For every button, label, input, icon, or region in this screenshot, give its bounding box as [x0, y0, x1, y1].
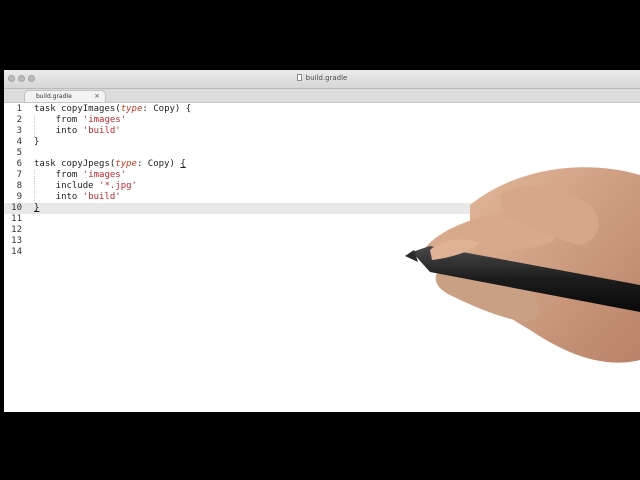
window-title: build.gradle [305, 74, 348, 82]
code-token: include [34, 181, 100, 191]
tab-close-icon[interactable]: × [94, 92, 100, 101]
code-text: task copyImages(type: Copy) { [34, 104, 191, 115]
code-line[interactable]: 13 [4, 236, 640, 247]
line-number: 2 [16, 115, 22, 125]
code-token: task copyImages( [34, 104, 121, 114]
line-number: 11 [11, 214, 22, 224]
line-number: 6 [16, 159, 22, 169]
code-line[interactable]: 8 include '*.jpg' [4, 181, 640, 192]
code-token: into [34, 192, 83, 202]
tab-label: build.gradle [36, 93, 72, 100]
indent-guide [34, 181, 36, 192]
editor-window: build.gradle build.gradle × 1 task copyIm… [4, 70, 640, 412]
string-token: 'images' [82, 115, 127, 125]
code-line[interactable]: 3 into 'build' [4, 126, 640, 137]
code-text: } [34, 203, 39, 214]
document-icon [296, 74, 302, 81]
line-number: 5 [16, 148, 22, 158]
code-token: from [34, 115, 83, 125]
code-line[interactable]: 4} [4, 137, 640, 148]
matched-brace: } [34, 203, 40, 213]
indent-guide [34, 192, 36, 203]
code-line[interactable]: 12 [4, 225, 640, 236]
code-token: from [34, 170, 83, 180]
tab-build-gradle[interactable]: build.gradle × [24, 90, 106, 102]
title-bar: build.gradle [4, 70, 640, 89]
string-token: 'build' [82, 126, 121, 136]
code-line[interactable]: 11 [4, 214, 640, 225]
code-text: from 'images' [34, 170, 126, 181]
line-number: 1 [16, 104, 22, 114]
string-token: '*.jpg' [99, 181, 137, 191]
code-line[interactable]: 6 task copyJpegs(type: Copy) { [4, 159, 640, 170]
string-token: 'build' [82, 192, 121, 202]
code-line[interactable]: 1 task copyImages(type: Copy) { [4, 104, 640, 115]
code-token: : Copy) { [142, 104, 192, 114]
tab-bar: build.gradle × [4, 89, 640, 103]
matched-brace: { [180, 159, 186, 169]
line-number: 8 [16, 181, 22, 191]
line-number: 12 [11, 225, 22, 235]
line-number: 13 [11, 236, 22, 246]
line-number: 4 [16, 137, 22, 147]
keyword-token: type [120, 104, 143, 114]
window-title-container: build.gradle [4, 73, 640, 83]
code-line[interactable]: 5 [4, 148, 640, 159]
code-text: } [34, 137, 39, 148]
code-text: from 'images' [34, 115, 126, 126]
indent-guide [34, 126, 36, 137]
code-line[interactable]: 10} [4, 203, 640, 214]
code-text: task copyJpegs(type: Copy) { [34, 159, 186, 170]
code-editor[interactable]: 1 task copyImages(type: Copy) {2 from 'im… [4, 103, 640, 412]
code-text: into 'build' [34, 192, 121, 203]
line-number: 9 [16, 192, 22, 202]
indent-guide [34, 115, 36, 126]
string-token: 'images' [82, 170, 127, 180]
code-text: into 'build' [34, 126, 121, 137]
code-token: into [34, 126, 83, 136]
code-line[interactable]: 2 from 'images' [4, 115, 640, 126]
line-number: 7 [16, 170, 22, 180]
code-token: : Copy) [136, 159, 181, 169]
line-number: 14 [11, 247, 22, 257]
line-number: 3 [16, 126, 22, 136]
code-line[interactable]: 7 from 'images' [4, 170, 640, 181]
keyword-token: type [115, 159, 137, 169]
code-line[interactable]: 14 [4, 247, 640, 258]
code-text: include '*.jpg' [34, 181, 137, 192]
indent-guide [34, 170, 36, 181]
line-number: 10 [11, 203, 22, 213]
code-line[interactable]: 9 into 'build' [4, 192, 640, 203]
code-token: task copyJpegs( [34, 159, 116, 169]
code-token: } [34, 137, 40, 147]
